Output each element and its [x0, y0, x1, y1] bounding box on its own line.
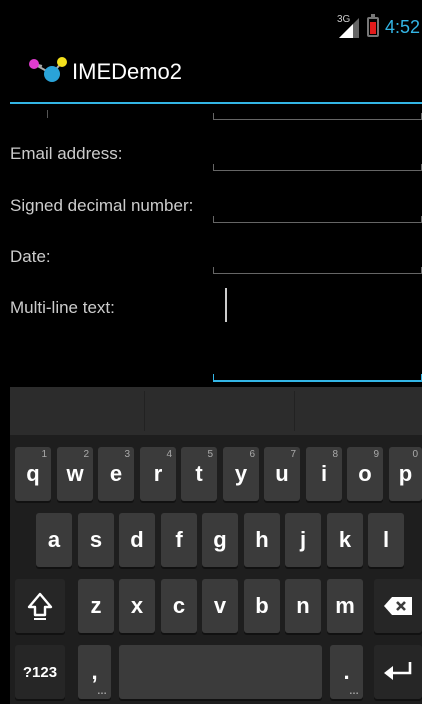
- text-cursor: [225, 288, 227, 322]
- key-d[interactable]: d: [119, 513, 155, 567]
- key-o[interactable]: o9: [347, 447, 383, 501]
- key-p[interactable]: p0: [389, 447, 422, 501]
- comma-key[interactable]: ,…: [78, 645, 111, 699]
- space-key[interactable]: [119, 645, 322, 699]
- date-field[interactable]: [213, 242, 422, 274]
- key-y[interactable]: y6: [223, 447, 259, 501]
- suggestion-divider: [144, 391, 145, 431]
- key-x[interactable]: x: [119, 579, 155, 633]
- soft-keyboard: q1 w2 e3 r4 t5 y6 u7 i8 o9 p0 a s d f g …: [10, 387, 422, 704]
- key-k[interactable]: k: [327, 513, 363, 567]
- suggestion-divider: [294, 391, 295, 431]
- key-a[interactable]: a: [36, 513, 72, 567]
- multiline-field[interactable]: [213, 284, 422, 382]
- date-label: Date:: [10, 247, 51, 266]
- status-bar: 3G 4:52: [10, 10, 422, 44]
- app-title: IMEDemo2: [72, 59, 183, 84]
- key-s[interactable]: s: [78, 513, 114, 567]
- shift-arrow-icon: [27, 592, 53, 620]
- period-key[interactable]: .…: [330, 645, 363, 699]
- signal-bars-icon: [338, 18, 359, 38]
- key-l[interactable]: l: [368, 513, 404, 567]
- decimal-field[interactable]: [213, 190, 422, 223]
- enter-key[interactable]: [374, 645, 422, 699]
- decimal-label: Signed decimal number:: [10, 196, 194, 215]
- email-field[interactable]: [213, 140, 422, 171]
- suggestion-strip[interactable]: [10, 387, 422, 435]
- action-bar: IMEDemo2: [10, 44, 422, 104]
- key-u[interactable]: u7: [264, 447, 300, 501]
- key-f[interactable]: f: [161, 513, 197, 567]
- key-h[interactable]: h: [244, 513, 280, 567]
- key-q[interactable]: q1: [15, 447, 51, 501]
- email-label: Email address:: [10, 144, 123, 163]
- form: Email address: Signed decimal number: Da…: [10, 104, 422, 387]
- key-i[interactable]: i8: [306, 447, 342, 501]
- key-j[interactable]: j: [285, 513, 321, 567]
- key-v[interactable]: v: [202, 579, 238, 633]
- text-field-partial[interactable]: [213, 104, 422, 120]
- key-t[interactable]: t5: [181, 447, 217, 501]
- divider: [47, 110, 48, 118]
- key-b[interactable]: b: [244, 579, 280, 633]
- status-icons: 3G 4:52: [337, 14, 420, 40]
- multiline-label: Multi-line text:: [10, 298, 115, 317]
- shift-key[interactable]: [15, 579, 65, 633]
- key-w[interactable]: w2: [57, 447, 93, 501]
- key-e[interactable]: e3: [98, 447, 134, 501]
- key-r[interactable]: r4: [140, 447, 176, 501]
- backspace-icon: [384, 597, 412, 615]
- key-m[interactable]: m: [327, 579, 363, 633]
- device-screen: 3G 4:52 IMEDemo2 Email address: Signed d…: [0, 0, 422, 704]
- battery-icon: [366, 14, 379, 37]
- enter-icon: [384, 662, 412, 680]
- signal-icon: 3G: [337, 14, 361, 38]
- key-n[interactable]: n: [285, 579, 321, 633]
- app-logo-icon: [29, 57, 67, 82]
- key-g[interactable]: g: [202, 513, 238, 567]
- key-z[interactable]: z: [78, 579, 114, 633]
- key-c[interactable]: c: [161, 579, 197, 633]
- symbols-key[interactable]: ?123: [15, 645, 65, 699]
- backspace-key[interactable]: [374, 579, 422, 633]
- clock: 4:52: [384, 16, 420, 37]
